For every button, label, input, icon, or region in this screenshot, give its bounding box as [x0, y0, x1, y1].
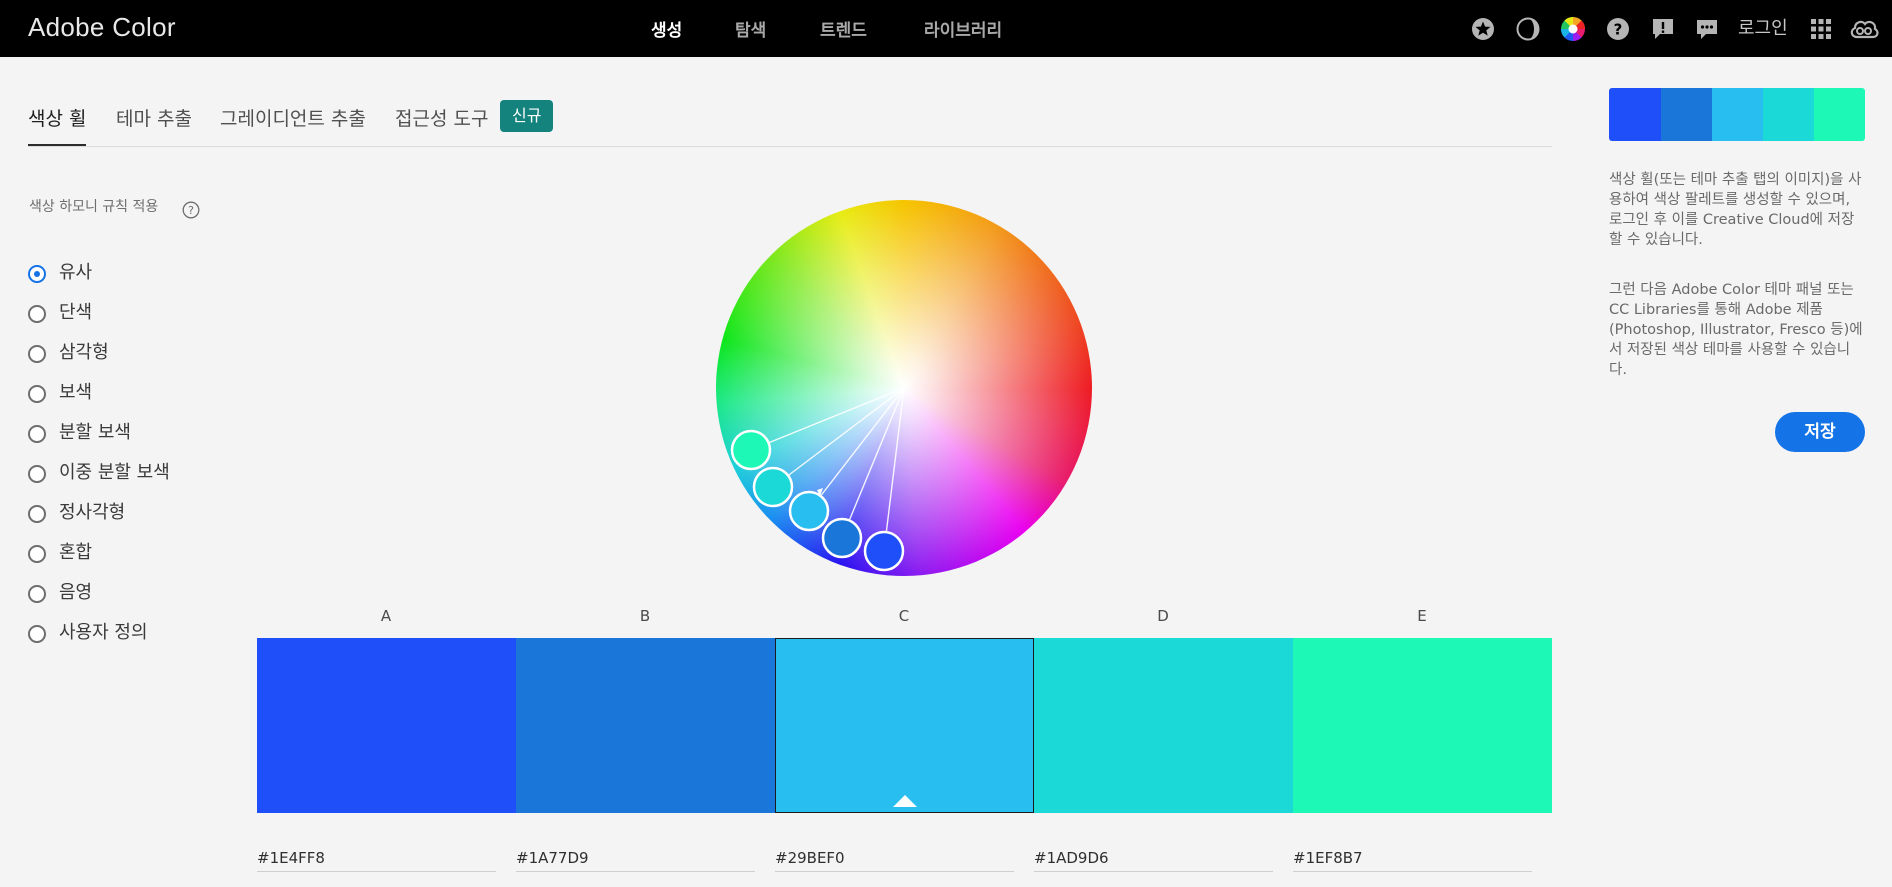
wheel-handles-layer — [730, 387, 905, 572]
radio-split-complementary[interactable] — [28, 425, 46, 443]
radio-triad[interactable] — [28, 345, 46, 363]
brand-logo[interactable]: Adobe Color — [28, 12, 176, 43]
swatch-b[interactable] — [516, 638, 775, 813]
color-handle-a[interactable] — [863, 530, 905, 572]
radio-double-split-complementary[interactable] — [28, 465, 46, 483]
hex-input-b[interactable]: #1A77D9 — [516, 847, 755, 872]
rule-label: 단색 — [59, 302, 93, 323]
handle-line-e — [750, 387, 905, 451]
theme-preview-palette[interactable] — [1609, 88, 1865, 141]
color-handle-e[interactable] — [730, 429, 772, 471]
harmony-help-icon[interactable]: ? — [182, 201, 200, 219]
color-handle-d[interactable] — [752, 466, 794, 508]
radio-square[interactable] — [28, 505, 46, 523]
rule-label: 사용자 정의 — [59, 622, 148, 643]
info-text-2: 그런 다음 Adobe Color 테마 패널 또는 CC Libraries를… — [1609, 282, 1863, 378]
swatch-c[interactable] — [775, 638, 1034, 813]
preview-swatch-a — [1609, 88, 1661, 141]
hex-input-c[interactable]: #29BEF0 — [775, 847, 1014, 872]
swatch-label-a: A — [380, 607, 392, 625]
radio-custom[interactable] — [28, 625, 46, 643]
top-bar: Adobe Color 생성 탐색 트렌드 라이브러리 ? 로그인 — [0, 0, 1892, 57]
new-badge: 신규 — [500, 100, 554, 132]
contrast-icon[interactable] — [1515, 16, 1541, 42]
swatch-d[interactable] — [1034, 638, 1293, 813]
nav-explore[interactable]: 탐색 — [735, 16, 766, 41]
tab-extract-gradient[interactable]: 그레이디언트 추출 — [220, 104, 366, 131]
rule-label: 음영 — [59, 582, 93, 603]
rule-label: 이중 분할 보색 — [59, 462, 170, 483]
radio-compound[interactable] — [28, 545, 46, 563]
apps-grid-icon[interactable] — [1808, 16, 1834, 42]
color-handle-b[interactable] — [821, 517, 863, 559]
nav-trends[interactable]: 트렌드 — [820, 16, 867, 41]
rule-label: 보색 — [59, 382, 93, 403]
hex-input-a[interactable]: #1E4FF8 — [257, 847, 496, 872]
color-handle-c[interactable] — [788, 490, 830, 532]
selected-swatch-marker-icon — [892, 795, 917, 807]
preview-swatch-e — [1814, 88, 1865, 141]
color-wheel[interactable] — [716, 200, 1092, 576]
swatch-e[interactable] — [1293, 638, 1552, 813]
nav-libraries[interactable]: 라이브러리 — [924, 16, 1002, 41]
swatch-row — [257, 638, 1552, 813]
info-text-1: 색상 휠(또는 테마 추출 탭의 이미지)을 사용하여 색상 팔레트를 생성할 … — [1609, 172, 1862, 248]
svg-text:?: ? — [1614, 21, 1623, 39]
rule-label: 삼각형 — [59, 342, 109, 363]
star-icon[interactable] — [1470, 16, 1496, 42]
tool-tabs: 색상 휠 테마 추출 그레이디언트 추출 접근성 도구 신규 — [28, 100, 1552, 148]
swatch-a[interactable] — [257, 638, 516, 813]
hex-input-d[interactable]: #1AD9D6 — [1034, 847, 1273, 872]
save-button[interactable]: 저장 — [1775, 412, 1865, 452]
radio-monochromatic[interactable] — [28, 305, 46, 323]
login-link[interactable]: 로그인 — [1738, 14, 1788, 40]
hex-input-e[interactable]: #1EF8B7 — [1293, 847, 1532, 872]
feedback-icon[interactable] — [1650, 16, 1676, 42]
rule-label: 혼합 — [59, 542, 93, 563]
chat-icon[interactable] — [1694, 16, 1720, 42]
rule-label: 정사각형 — [59, 502, 126, 523]
radio-shades[interactable] — [28, 585, 46, 603]
tab-color-wheel[interactable]: 색상 휠 — [28, 104, 86, 131]
swatch-label-e: E — [1417, 607, 1427, 625]
help-icon[interactable]: ? — [1605, 16, 1631, 42]
preview-swatch-d — [1763, 88, 1814, 141]
preview-swatch-b — [1661, 88, 1712, 141]
tab-extract-theme[interactable]: 테마 추출 — [116, 104, 192, 131]
creative-cloud-icon[interactable] — [1848, 16, 1880, 42]
svg-text:?: ? — [188, 204, 194, 217]
swatch-label-c: C — [898, 607, 910, 625]
tabs-divider — [28, 146, 1552, 147]
preview-swatch-c — [1712, 88, 1763, 141]
swatch-label-d: D — [1157, 607, 1169, 625]
nav-create[interactable]: 생성 — [651, 16, 682, 41]
rule-label: 유사 — [59, 262, 93, 283]
tab-accessibility-tools[interactable]: 접근성 도구 — [395, 104, 488, 131]
rule-label: 분할 보색 — [59, 422, 131, 443]
swatch-label-b: B — [639, 607, 651, 625]
radio-complementary[interactable] — [28, 385, 46, 403]
harmony-rule-title: 색상 하모니 규칙 적용 — [29, 199, 159, 215]
radio-analogous[interactable] — [28, 265, 46, 283]
color-wheel-icon[interactable] — [1560, 16, 1586, 42]
